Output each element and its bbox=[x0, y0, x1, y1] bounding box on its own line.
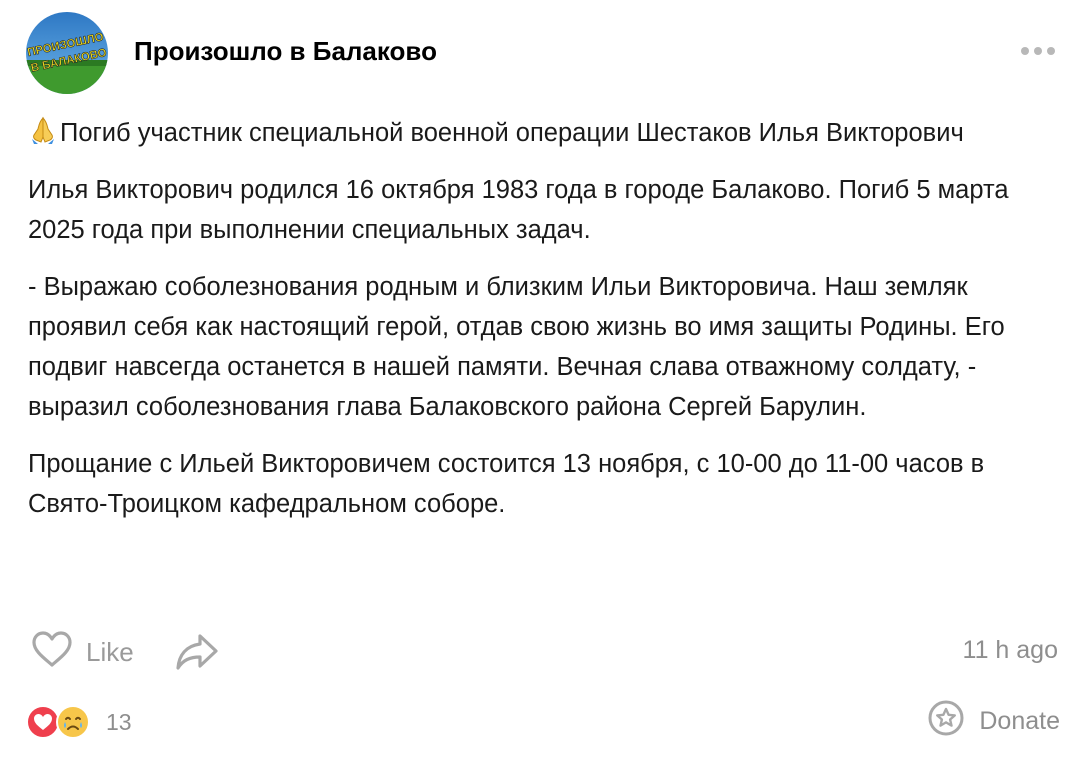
channel-avatar[interactable]: ПРОИЗОШЛО В БАЛАКОВО bbox=[26, 12, 108, 94]
share-arrow-icon[interactable] bbox=[174, 630, 220, 674]
crying-face-icon bbox=[56, 705, 90, 739]
like-label: Like bbox=[86, 636, 134, 667]
post-headline: Погиб участник специальной военной опера… bbox=[60, 119, 964, 147]
channel-name[interactable]: Произошло в Балаково bbox=[134, 36, 437, 67]
post-text: Погиб участник специальной военной опера… bbox=[28, 113, 1058, 541]
post-paragraph: Илья Викторович родился 16 октября 1983 … bbox=[28, 176, 1009, 244]
post-headline-paragraph: Погиб участник специальной военной опера… bbox=[28, 113, 1058, 153]
post-paragraph: Прощание с Ильей Викторовичем состоится … bbox=[28, 450, 985, 518]
star-badge-icon bbox=[927, 699, 965, 744]
like-button[interactable]: Like bbox=[30, 630, 134, 674]
more-dots-icon[interactable] bbox=[1018, 36, 1058, 66]
folded-hands-icon bbox=[28, 115, 58, 145]
reaction-icons bbox=[26, 703, 94, 741]
donate-label: Donate bbox=[979, 706, 1060, 735]
heart-icon bbox=[26, 705, 60, 739]
post-paragraph: - Выражаю соболезнования родным и близки… bbox=[28, 273, 1005, 421]
reactions-summary[interactable]: 13 bbox=[26, 703, 132, 741]
post-timestamp: 11 h ago bbox=[962, 636, 1058, 664]
heart-outline-icon bbox=[30, 630, 74, 675]
donate-button[interactable]: Donate bbox=[927, 700, 1060, 742]
post-card: ПРОИЗОШЛО В БАЛАКОВО Произошло в Балаков… bbox=[0, 0, 1080, 770]
reaction-count: 13 bbox=[106, 708, 132, 735]
avatar-logo: ПРОИЗОШЛО В БАЛАКОВО bbox=[26, 12, 108, 94]
